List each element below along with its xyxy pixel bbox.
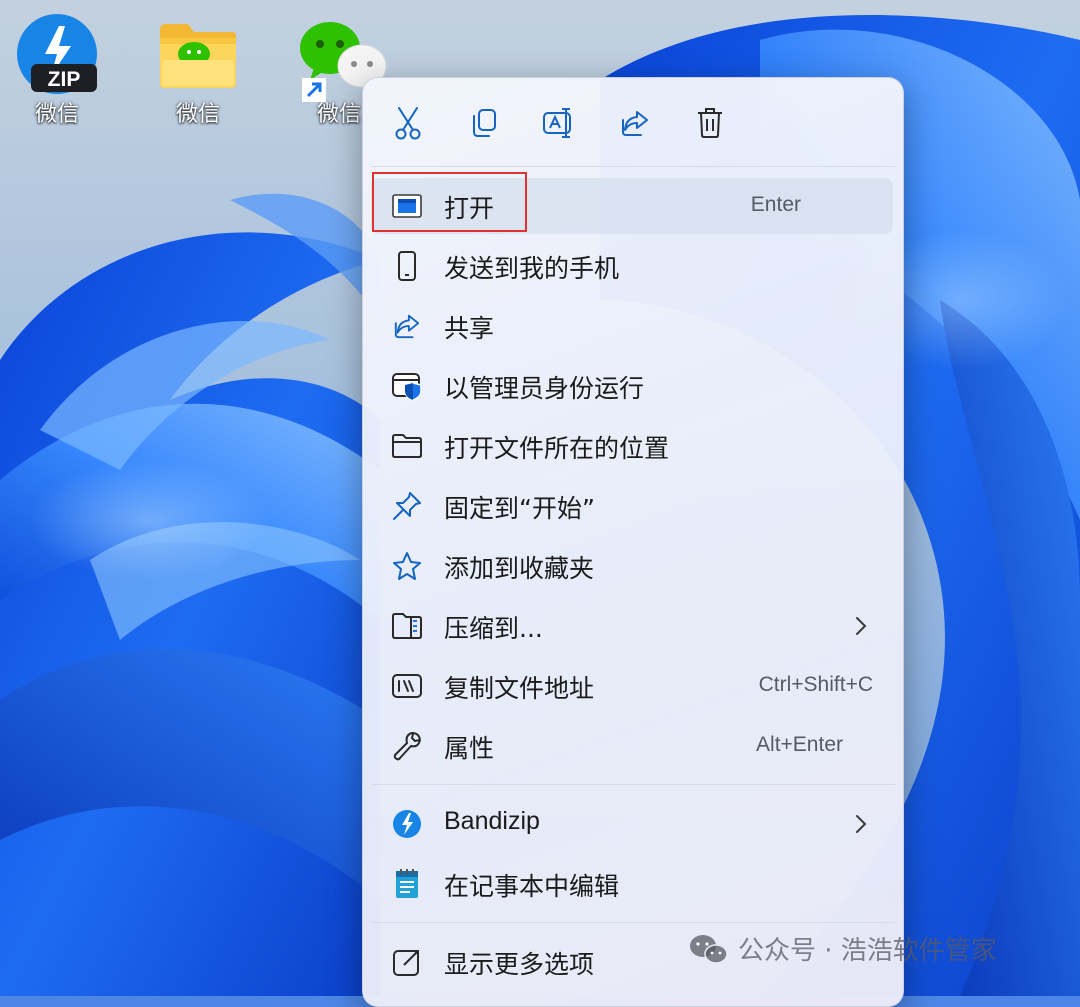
share-icon <box>394 314 420 339</box>
menu-divider <box>371 784 895 785</box>
chevron-right-icon <box>856 815 867 833</box>
menu-item-label: 复制文件地址 <box>444 674 595 703</box>
show-more-icon <box>393 950 419 976</box>
menu-item-label: 打开文件所在的位置 <box>444 434 670 463</box>
menu-item-label: 添加到收藏夹 <box>444 554 595 583</box>
share-icon <box>622 111 648 136</box>
menu-item-send-to-phone[interactable]: 发送到我的手机 <box>371 238 893 294</box>
menu-item-label: 在记事本中编辑 <box>444 872 620 901</box>
cut-button[interactable] <box>385 100 431 146</box>
menu-item-open[interactable]: 打开 Enter <box>371 178 893 234</box>
menu-item-shortcut: Ctrl+Shift+C <box>758 673 873 696</box>
copy-icon <box>473 109 496 137</box>
trash-icon <box>698 108 722 138</box>
context-menu: 打开 Enter 发送到我的手机 共享 以管理员身份运行 打开文件所在的位置 固… <box>362 77 904 1007</box>
desktop-icon-label: 微信 <box>175 102 220 127</box>
context-menu-toolbar <box>363 78 903 166</box>
menu-item-label: Bandizip <box>444 807 540 835</box>
star-icon <box>393 552 421 580</box>
folder-icon <box>392 434 422 458</box>
menu-item-bandizip[interactable]: Bandizip <box>371 796 893 852</box>
menu-item-compress-to[interactable]: 压缩到... <box>371 598 893 654</box>
menu-divider <box>371 922 895 923</box>
wechat-logo-icon <box>690 934 728 964</box>
menu-item-label: 固定到“开始” <box>444 494 595 523</box>
menu-item-add-to-favorites[interactable]: 添加到收藏夹 <box>371 538 893 594</box>
rename-icon <box>543 108 571 138</box>
desktop-icon-folder[interactable]: 微信 <box>138 14 258 128</box>
bandizip-zip-icon: ZIP <box>15 14 99 98</box>
menu-item-label: 属性 <box>444 734 495 763</box>
copy-button[interactable] <box>461 100 507 146</box>
rename-button[interactable] <box>536 100 582 146</box>
share-button[interactable] <box>612 100 658 146</box>
menu-item-shortcut: Alt+Enter <box>756 733 843 756</box>
menu-item-open-file-location[interactable]: 打开文件所在的位置 <box>371 418 893 474</box>
chevron-right-icon <box>856 617 867 635</box>
watermark-text: 公众号 · 浩浩软件管家 <box>738 936 997 966</box>
watermark: 公众号 · 浩浩软件管家 <box>688 930 997 967</box>
zip-folder-icon <box>392 613 422 639</box>
menu-item-label: 打开 <box>444 194 495 223</box>
menu-item-pin-to-start[interactable]: 固定到“开始” <box>371 478 893 534</box>
desktop-icon-zip[interactable]: ZIP 微信 <box>0 14 117 128</box>
menu-item-label: 显示更多选项 <box>444 950 595 979</box>
menu-item-copy-path[interactable]: 复制文件地址 Ctrl+Shift+C <box>371 658 893 714</box>
pin-icon <box>393 492 421 520</box>
menu-item-share[interactable]: 共享 <box>371 298 893 354</box>
desktop-icon-label: 微信 <box>34 102 79 127</box>
menu-item-label: 以管理员身份运行 <box>444 374 645 403</box>
wrench-icon <box>393 732 421 761</box>
path-copy-icon <box>392 674 422 698</box>
menu-item-shortcut: Enter <box>750 193 801 216</box>
folder-wechat-icon <box>156 14 240 98</box>
phone-icon <box>398 251 416 281</box>
delete-button[interactable] <box>687 100 733 146</box>
bandizip-icon <box>393 810 421 838</box>
menu-item-label: 共享 <box>444 314 495 343</box>
svg-text:ZIP: ZIP <box>48 68 81 91</box>
notepad-icon <box>396 869 418 898</box>
app-window-icon <box>392 194 422 218</box>
scissors-icon <box>395 107 421 140</box>
menu-item-label: 压缩到... <box>444 614 543 643</box>
menu-item-label: 发送到我的手机 <box>444 254 620 283</box>
menu-item-edit-in-notepad[interactable]: 在记事本中编辑 <box>371 856 893 912</box>
menu-divider <box>371 166 895 167</box>
menu-item-properties[interactable]: 属性 Alt+Enter <box>371 718 893 774</box>
menu-item-run-as-admin[interactable]: 以管理员身份运行 <box>371 358 893 414</box>
admin-shield-icon <box>392 373 422 401</box>
